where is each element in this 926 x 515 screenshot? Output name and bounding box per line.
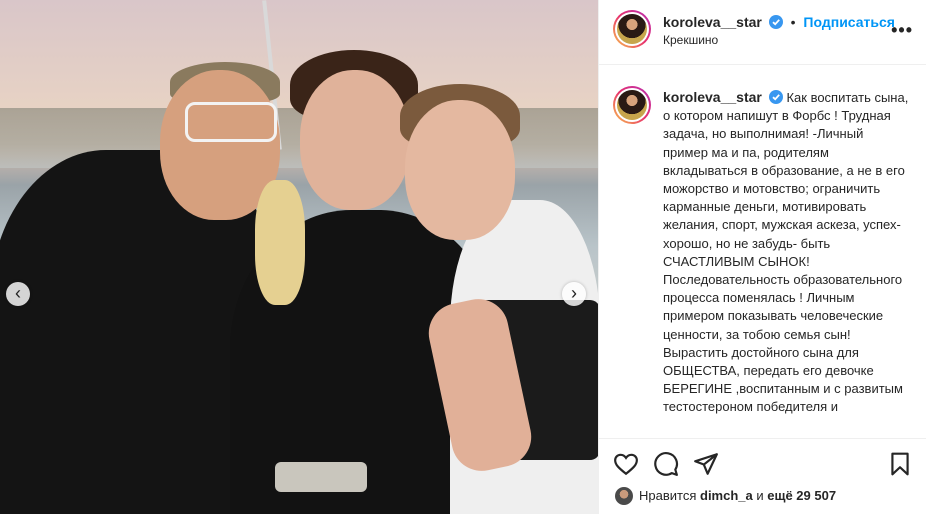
- post-side-panel: koroleva__star • Подписаться Крекшино ••…: [598, 0, 926, 514]
- header-author-line: koroleva__star • Подписаться: [663, 14, 895, 30]
- send-icon[interactable]: [693, 451, 719, 477]
- carousel-prev-button[interactable]: ‹: [6, 282, 30, 306]
- location-link[interactable]: Крекшино: [663, 33, 718, 47]
- carousel-next-button[interactable]: ›: [562, 282, 586, 306]
- photo-glasses: [185, 102, 277, 142]
- caption-avatar[interactable]: [613, 86, 651, 124]
- author-username-link[interactable]: koroleva__star: [663, 14, 762, 30]
- heart-icon[interactable]: [613, 451, 639, 477]
- separator-dot: •: [790, 14, 796, 30]
- chevron-right-icon: ›: [571, 283, 577, 303]
- caption-text: Как воспитать сына, о котором напишут в …: [663, 90, 909, 415]
- chevron-left-icon: ‹: [15, 283, 21, 303]
- photo-phone: [275, 462, 367, 492]
- liker-username-link[interactable]: dimch_a: [700, 488, 753, 503]
- verified-badge-icon: [768, 15, 783, 29]
- photo-braid: [255, 180, 305, 305]
- caption-text-block: koroleva__star Как воспитать сына, о кот…: [663, 88, 911, 428]
- likes-conjunction: и: [756, 488, 764, 503]
- photo-person-right-head: [405, 100, 515, 240]
- likes-count-link[interactable]: ещё 29 507: [767, 488, 836, 503]
- post-actions-bar: Нравится dimch_a и ещё 29 507: [599, 438, 926, 515]
- post-header: koroleva__star • Подписаться Крекшино ••…: [599, 0, 926, 65]
- bookmark-icon[interactable]: [887, 451, 913, 477]
- caption-author-link[interactable]: koroleva__star: [663, 89, 762, 105]
- likes-prefix: Нравится: [639, 488, 697, 503]
- photo-person-center-head: [300, 70, 410, 210]
- likes-summary: Нравится dimch_a и ещё 29 507: [615, 487, 836, 505]
- more-options-icon[interactable]: •••: [891, 20, 913, 41]
- post-photo[interactable]: ‹ ›: [0, 0, 598, 514]
- liker-avatar[interactable]: [615, 487, 633, 505]
- follow-button[interactable]: Подписаться: [803, 14, 895, 30]
- verified-badge-icon: [768, 90, 783, 104]
- comment-icon[interactable]: [653, 451, 679, 477]
- avatar[interactable]: [613, 10, 651, 48]
